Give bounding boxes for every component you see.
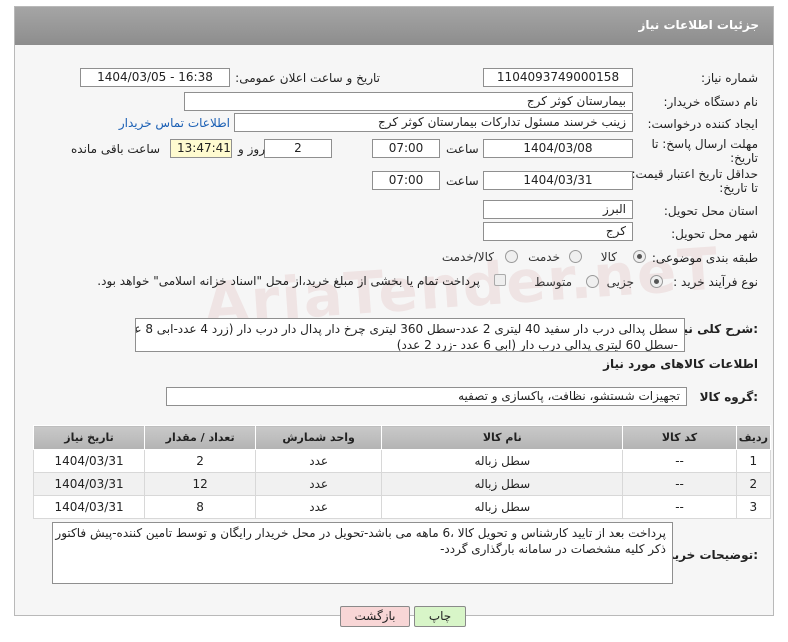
cell-unit: عدد [255,495,383,519]
description-line-1: سطل پدالی درب دار سفید 40 لیتری 2 عدد-سط… [135,322,678,336]
goods-table-wrap: ردیف کد کالا نام کالا واحد شمارش تعداد /… [32,425,772,519]
category-radio-goods[interactable] [633,250,646,263]
col-name: نام کالا [381,425,624,450]
category-option-both: کالا/خدمت [441,250,494,264]
cell-code: -- [622,472,737,496]
cell-date: 1404/03/31 [32,472,146,496]
creator-label: ایجاد کننده درخواست: [647,117,758,131]
buyer-org-field[interactable]: بیمارستان کوثر کرج [184,92,633,111]
col-unit: واحد شمارش [255,425,383,450]
cell-unit: عدد [255,472,383,496]
cell-name: سطل زباله [381,449,624,473]
process-label: نوع فرآیند خرید : [673,275,758,289]
cell-qty: 8 [144,495,257,519]
col-qty: تعداد / مقدار [144,425,257,450]
process-option-minor: جزیی [606,275,634,289]
city-field[interactable]: کرج [483,222,633,241]
goods-table: ردیف کد کالا نام کالا واحد شمارش تعداد /… [32,425,772,519]
days-label: روز و [238,142,265,156]
validity-label-date: تا تاریخ: [719,181,758,195]
process-radio-minor[interactable] [650,275,663,288]
description-textarea[interactable]: سطل پدالی درب دار سفید 40 لیتری 2 عدد-سط… [135,318,685,352]
announce-label: تاریخ و ساعت اعلان عمومی: [235,71,380,85]
announce-datetime-field[interactable]: 1404/03/05 - 16:38 [80,68,230,87]
creator-field[interactable]: زینب خرسند مسئول تدارکات بیمارستان کوثر … [234,113,633,132]
buyer-contact-link[interactable]: اطلاعات تماس خریدار [119,116,230,130]
cell-qty: 2 [144,449,257,473]
category-radio-both[interactable] [505,250,518,263]
validity-time-field[interactable]: 07:00 [372,171,440,190]
cell-index: 2 [735,472,772,496]
back-button[interactable]: بازگشت [340,606,410,627]
goods-section-title: اطلاعات کالاهای مورد نیاز [603,357,758,371]
validity-date-field[interactable]: 1404/03/31 [483,171,633,190]
process-radio-medium[interactable] [586,275,599,288]
table-row[interactable]: 3 -- سطل زباله عدد 8 1404/03/31 [32,495,772,519]
process-option-medium: متوسط [534,275,572,289]
cell-index: 1 [735,449,772,473]
category-radio-service[interactable] [569,250,582,263]
cell-code: -- [622,495,737,519]
cell-qty: 12 [144,472,257,496]
need-number-field[interactable]: 1104093749000158 [483,68,633,87]
deadline-time-label: ساعت [446,142,479,156]
deadline-time-field[interactable]: 07:00 [372,139,440,158]
cell-unit: عدد [255,449,383,473]
buyer-notes-textarea[interactable]: پرداخت بعد از تایید کارشناس و تحویل کالا… [52,522,673,584]
goods-group-field[interactable]: تجهیزات شستشو، نظافت، پاکسازی و تصفیه [166,387,687,406]
cell-name: سطل زباله [381,495,624,519]
deadline-label: مهلت ارسال پاسخ: تا [651,137,758,151]
validity-time-label: ساعت [446,174,479,188]
table-row[interactable]: 2 -- سطل زباله عدد 12 1404/03/31 [32,472,772,496]
deadline-label-date: تاریخ: [730,151,758,165]
category-option-goods: کالا [600,250,617,264]
cell-name: سطل زباله [381,472,624,496]
province-field[interactable]: البرز [483,200,633,219]
cell-date: 1404/03/31 [32,495,146,519]
description-line-2: -سطل 60 لیتری پدالی درب دار (ابی 6 عدد -… [396,338,678,352]
goods-group-label: گروه کالا: [699,390,758,404]
days-remaining-field[interactable]: 2 [264,139,332,158]
category-label: طبقه بندی موضوعی: [651,251,758,265]
cell-index: 3 [735,495,772,519]
deadline-date-field[interactable]: 1404/03/08 [483,139,633,158]
col-code: کد کالا [622,425,737,450]
buyer-notes-line-2: ذکر کلیه مشخصات در سامانه بارگذاری گردد- [440,542,666,556]
city-label: شهر محل تحویل: [671,227,758,241]
remaining-time-field[interactable]: 13:47:41 [170,139,232,158]
payment-note: پرداخت تمام یا بخشی از مبلغ خرید،از محل … [97,274,480,288]
panel-header: جزئیات اطلاعات نیاز [15,7,773,45]
print-button[interactable]: چاپ [414,606,466,627]
cell-date: 1404/03/31 [32,449,146,473]
col-date: تاریخ نیاز [32,425,146,450]
remaining-label: ساعت باقی مانده [71,142,161,156]
table-row[interactable]: 1 -- سطل زباله عدد 2 1404/03/31 [32,449,772,473]
cell-code: -- [622,449,737,473]
treasury-checkbox[interactable] [494,274,506,286]
buyer-org-label: نام دستگاه خریدار: [663,95,759,109]
buyer-notes-line-1: پرداخت بعد از تایید کارشناس و تحویل کالا… [52,526,666,540]
category-option-service: خدمت [528,250,560,264]
page-title: جزئیات اطلاعات نیاز [638,18,759,32]
col-index: ردیف [735,425,772,450]
need-number-label: شماره نیاز: [701,71,758,85]
validity-label: حداقل تاریخ اعتبار قیمت: [631,167,758,181]
province-label: استان محل تحویل: [663,204,758,218]
